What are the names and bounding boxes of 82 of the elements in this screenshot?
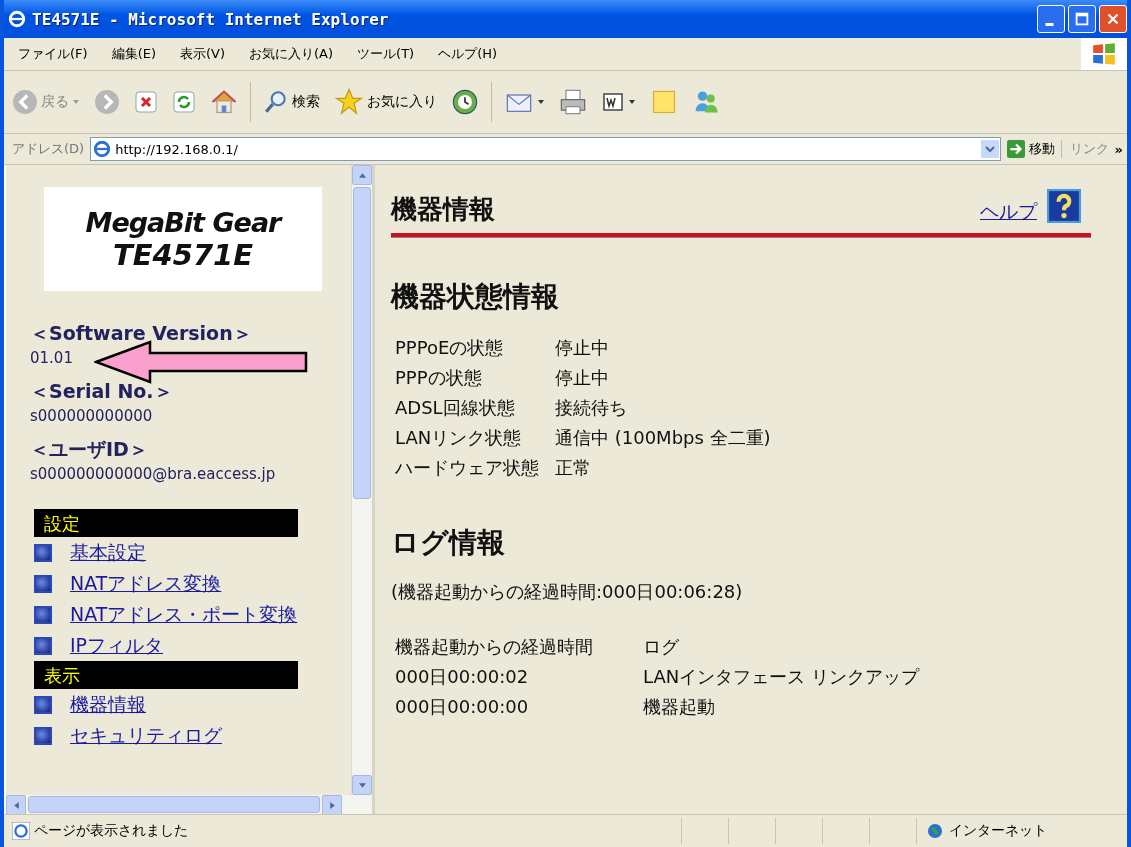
table-cell-text: 000日00:00:02 <box>394 665 530 689</box>
status-value: 停止中 <box>554 336 610 360</box>
globe-icon <box>927 823 943 839</box>
minimize-icon <box>1044 22 1054 26</box>
column-header: ログ <box>642 635 680 659</box>
status-label: ADSL回線状態 <box>394 396 516 420</box>
status-value: 正常 <box>554 456 592 480</box>
stop-button[interactable] <box>132 88 160 116</box>
left-arrow-icon <box>13 801 19 809</box>
nav-link[interactable]: NATアドレス変換 <box>70 570 222 597</box>
bullet-icon <box>34 605 52 624</box>
info-label: ＜Serial No.＞ <box>30 379 174 404</box>
menu-item[interactable]: ファイル(F) <box>18 45 88 63</box>
status-message: ページが表示されました <box>34 822 188 840</box>
section-heading: 機器状態情報 <box>391 279 560 315</box>
nav-link[interactable]: IPフィルタ <box>70 632 164 659</box>
bullet-icon <box>34 695 52 714</box>
info-value: s000000000000@bra.eaccess.jp <box>30 465 277 483</box>
page-title: 機器情報 <box>391 193 495 226</box>
browser-icon <box>8 10 26 28</box>
status-label: PPPの状態 <box>394 366 483 390</box>
menu-item[interactable]: 表示(V) <box>180 45 226 63</box>
favorites-button[interactable]: お気に入り <box>332 85 439 119</box>
maximize-button[interactable] <box>1068 5 1096 33</box>
star-icon <box>334 87 364 117</box>
bullet-icon <box>34 726 52 745</box>
caret-icon <box>72 98 80 106</box>
section-header: 設定 <box>34 509 298 537</box>
section-heading: ログ情報 <box>391 525 506 561</box>
logo: MegaBit Gear TE4571E <box>44 187 322 291</box>
nav-link[interactable]: セキュリティログ <box>70 722 222 749</box>
bullet-icon <box>34 543 52 562</box>
status-label: PPPoEの状態 <box>394 336 505 360</box>
info-label: ＜Software Version＞ <box>30 321 253 346</box>
menu-item[interactable]: お気に入り(A) <box>249 45 334 63</box>
status-value: 接続待ち <box>554 396 628 420</box>
arrow-icon <box>1006 140 1025 158</box>
table-cell-text: LANインタフェース リンクアップ <box>642 665 921 689</box>
help-icon[interactable] <box>1047 189 1081 223</box>
status-value: 通信中 (100Mbps 全二重) <box>554 426 772 450</box>
section-header: 表示 <box>34 661 298 689</box>
window-title: TE4571E - Microsoft Internet Explorer <box>32 9 390 29</box>
nav-link[interactable]: 機器情報 <box>70 691 146 718</box>
status-label: ハードウェア状態 <box>394 456 540 480</box>
caret-icon <box>628 98 636 106</box>
menu-item[interactable]: ヘルプ(H) <box>438 45 498 63</box>
menu-item[interactable]: 編集(E) <box>111 45 156 63</box>
status-label: LANリンク状態 <box>394 426 523 450</box>
bullet-icon <box>34 636 52 655</box>
nav-link[interactable]: 基本設定 <box>70 539 146 566</box>
more-button[interactable]: » <box>1114 141 1127 157</box>
column-header: 機器起動からの経過時間 <box>394 635 594 659</box>
down-arrow-icon <box>358 782 366 788</box>
caret-icon <box>537 98 545 106</box>
windows-logo-icon <box>1081 38 1127 70</box>
maximize-icon <box>1073 10 1091 28</box>
menu-item[interactable]: ツール(T) <box>357 45 415 63</box>
table-cell-text: 機器起動 <box>642 695 716 719</box>
nav-link[interactable]: NATアドレス・ポート変換 <box>70 601 298 628</box>
help-link[interactable]: ヘルプ <box>980 199 1037 225</box>
refresh-button[interactable] <box>170 88 198 116</box>
document-icon <box>601 90 625 114</box>
close-button[interactable] <box>1099 5 1127 33</box>
go-button[interactable]: 移動 <box>1006 140 1055 158</box>
address-label: アドレス(D) <box>12 140 85 158</box>
security-zone: インターネット <box>949 822 1047 840</box>
up-arrow-icon <box>358 172 366 178</box>
vertical-scrollbar[interactable] <box>351 165 372 795</box>
info-label: ＜ユーザID＞ <box>30 437 149 462</box>
search-button[interactable]: 検索 <box>261 87 322 117</box>
uptime-text: (機器起動からの経過時間:000日00:06:28) <box>391 580 744 604</box>
bullet-icon <box>34 574 52 593</box>
right-arrow-icon <box>329 801 335 809</box>
address-field[interactable]: http://192.168.0.1/ <box>90 137 1001 161</box>
dropdown-icon[interactable] <box>980 140 999 158</box>
status-value: 停止中 <box>554 366 610 390</box>
info-value: s000000000000 <box>30 407 154 425</box>
info-value: 01.01 <box>30 349 74 367</box>
minimize-button[interactable] <box>1037 5 1065 33</box>
search-icon <box>263 89 289 115</box>
horizontal-scrollbar[interactable] <box>6 795 372 814</box>
table-cell-text: 000日00:00:00 <box>394 695 530 719</box>
